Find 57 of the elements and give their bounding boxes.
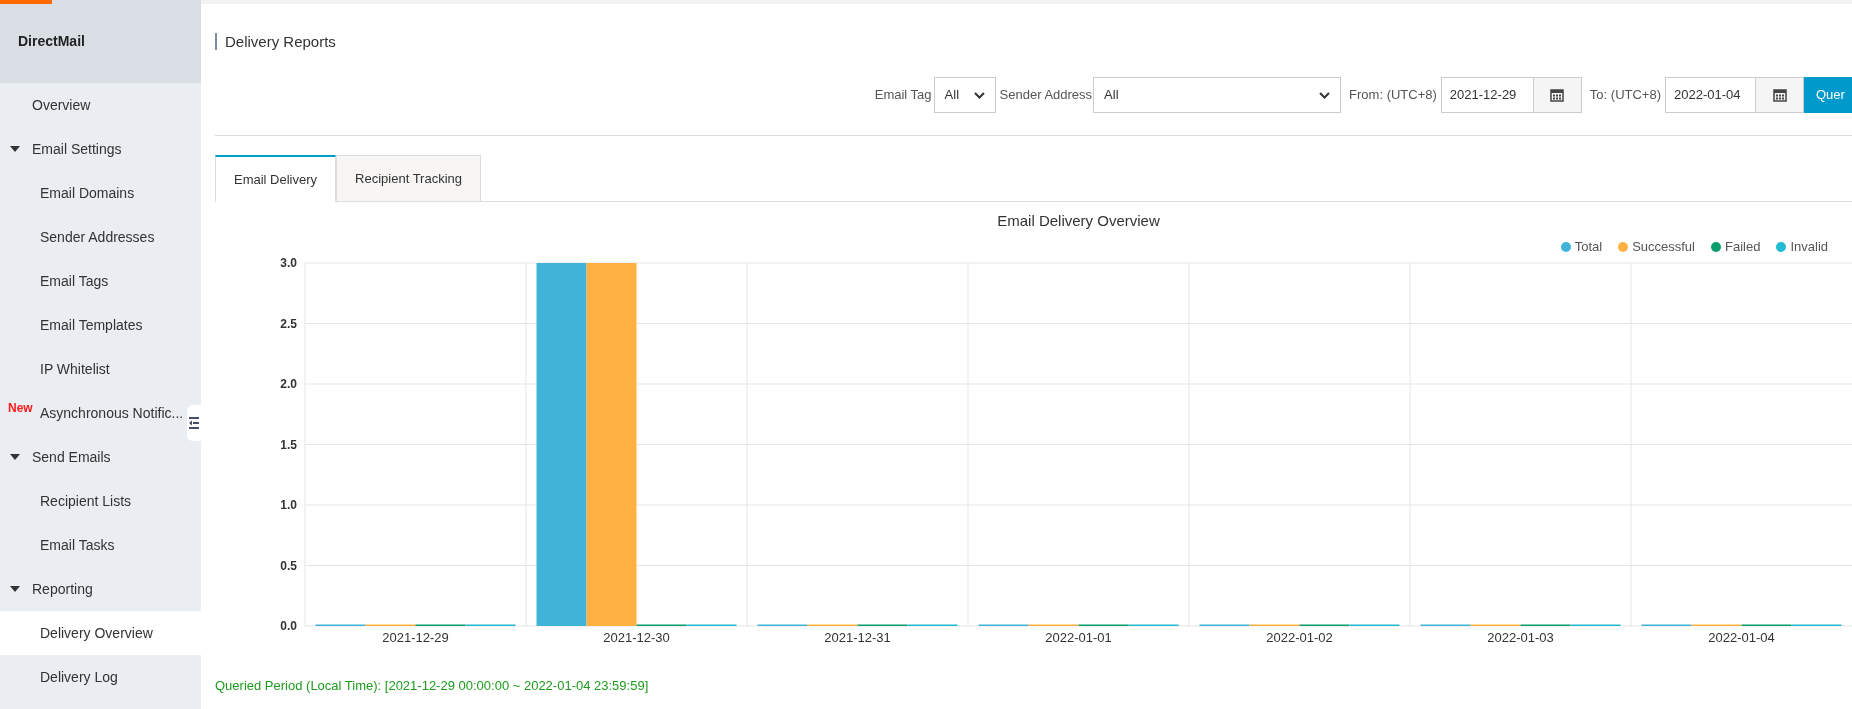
filter-label: Email Tag [874, 86, 932, 105]
legend-label: Failed [1725, 237, 1761, 256]
sidebar-item[interactable]: Recipient Lists [0, 479, 201, 523]
caret-icon [10, 454, 20, 460]
filter-label: To: (UTC+8) [1589, 86, 1661, 105]
calendar-button[interactable] [1533, 77, 1582, 113]
filter-label: Sender Address [999, 86, 1093, 105]
caret-icon [10, 586, 20, 592]
new-label: New [8, 400, 33, 417]
x-axis-label: 2021-12-31 [824, 629, 891, 645]
sender-address-select[interactable]: All [1093, 77, 1342, 113]
caret-icon [10, 146, 20, 152]
chevron-down-icon [973, 91, 985, 99]
legend-label: Successful [1632, 237, 1695, 256]
chart-title: Email Delivery Overview [996, 211, 1161, 231]
calendar-icon [1550, 88, 1565, 102]
calendar-icon [1772, 88, 1787, 102]
legend-label: Total [1574, 237, 1603, 256]
x-axis-label: 2022-01-03 [1487, 629, 1554, 645]
chevron-down-icon [1319, 91, 1331, 99]
sidebar-title: DirectMail [18, 32, 85, 51]
x-axis-label: 2022-01-02 [1266, 629, 1333, 645]
to-date-field[interactable]: 2022-01-04 [1665, 77, 1756, 113]
collapse-handle[interactable] [187, 405, 201, 441]
y-axis-label: 3.0 [280, 256, 297, 270]
sidebar-item[interactable]: Email Tags [0, 259, 201, 303]
tab[interactable]: Email Delivery [215, 155, 337, 202]
sidebar-section[interactable]: Reporting [0, 567, 201, 611]
sidebar-item[interactable]: Sender Addresses [0, 215, 201, 259]
sidebar-item[interactable]: Delivery Log [0, 655, 201, 699]
sidebar-item[interactable]: Delivery Overview [0, 611, 201, 655]
email-tag-select[interactable]: All [933, 77, 996, 113]
x-axis-label: 2021-12-29 [382, 629, 449, 645]
sidebar-section[interactable]: Email Settings [0, 127, 201, 171]
sidebar-item[interactable]: Email Tasks [0, 523, 201, 567]
y-axis-label: 1.0 [280, 497, 297, 512]
x-axis-label: 2021-12-30 [603, 629, 670, 645]
sidebar-item[interactable]: Email Domains [0, 171, 201, 215]
queried-period-text: Queried Period (Local Time): [2021-12-29 00:00:00 ~ 2022-01-04 23:59:59] [215, 676, 650, 695]
sidebar-item[interactable]: Overview [0, 83, 201, 127]
y-axis-label: 0.5 [280, 558, 297, 572]
menu-icon [189, 417, 199, 429]
x-axis-label: 2022-01-01 [1045, 629, 1112, 645]
legend-label: Invalid [1790, 237, 1828, 256]
tab[interactable]: Recipient Tracking [336, 155, 482, 201]
filter-label: From: (UTC+8) [1349, 86, 1437, 105]
x-axis-label: 2022-01-04 [1708, 629, 1775, 645]
y-axis-label: 2.5 [280, 316, 297, 330]
sidebar-section[interactable]: Send Emails [0, 435, 201, 479]
from-date-field[interactable]: 2021-12-29 [1440, 77, 1534, 113]
calendar-button[interactable] [1756, 77, 1804, 113]
y-axis-label: 0.0 [280, 618, 297, 633]
page-title: Delivery Reports [215, 33, 336, 50]
sidebar-item[interactable]: Email Templates [0, 303, 201, 347]
y-axis-label: 2.0 [280, 376, 297, 391]
sidebar-item[interactable]: IP Whitelist [0, 347, 201, 391]
y-axis-label: 1.5 [280, 437, 297, 451]
